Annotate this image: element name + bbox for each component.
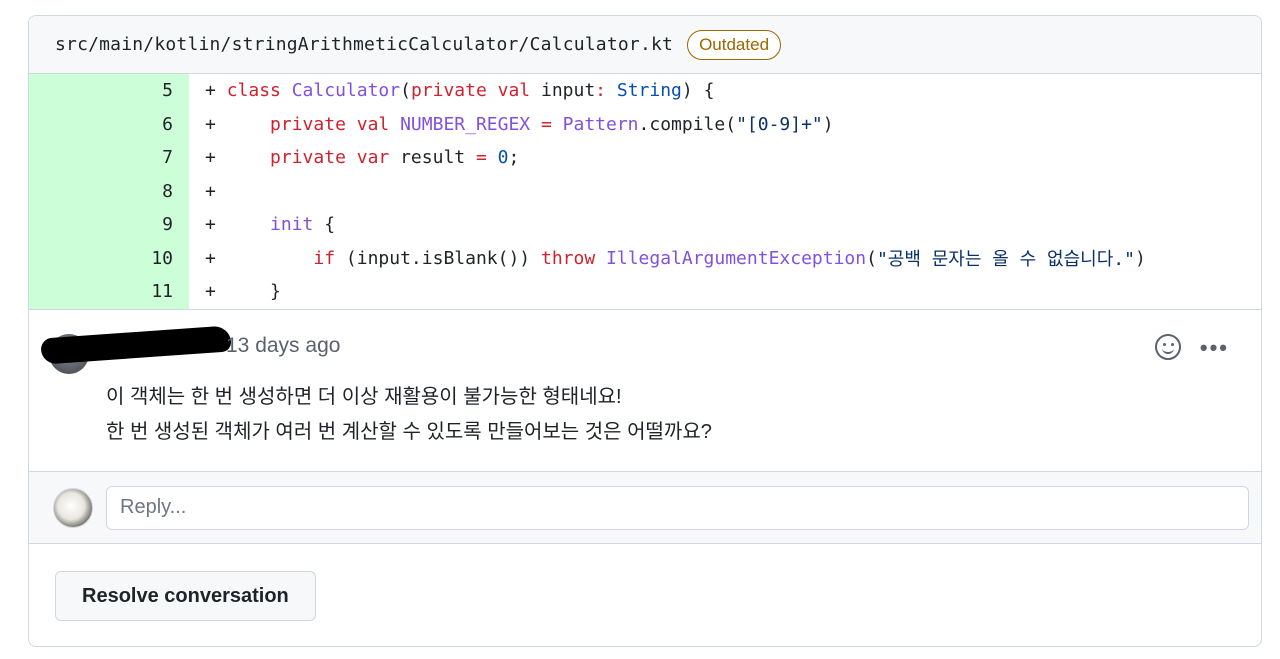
reply-input[interactable] [106, 485, 1249, 530]
add-reaction-smiley-icon[interactable] [1155, 333, 1181, 360]
diff-added-sign: + [205, 80, 216, 102]
code-token: NUMBER_REGEX [400, 113, 531, 135]
code-line: + if (input.isBlank()) throw IllegalArgu… [189, 242, 1261, 276]
code-token: : [595, 80, 617, 102]
code-line: + } [189, 275, 1261, 309]
code-token: ) [822, 113, 834, 135]
code-token: result [400, 147, 476, 169]
review-thread-card: src/main/kotlin/stringArithmeticCalculat… [28, 15, 1262, 647]
reply-bar [29, 471, 1261, 544]
line-number[interactable]: 7 [29, 141, 189, 175]
code-token: String [616, 80, 682, 102]
more-options-kebab-icon[interactable]: ••• [1200, 335, 1229, 361]
diff-added-sign: + [205, 281, 216, 303]
redacted-author-name [40, 324, 232, 365]
code-token: .compile( [638, 113, 737, 135]
diff-added-sign: + [205, 180, 216, 202]
code-token: (input.isBlank()) [335, 247, 541, 269]
code-token: Pattern [562, 113, 639, 135]
code-token: = [475, 147, 498, 169]
diff-line: 9 + init { [29, 208, 1261, 242]
code-token: ( [400, 80, 411, 102]
code-token: ) { [681, 80, 715, 102]
code-line: + init { [189, 208, 1261, 242]
code-token: ) [1134, 247, 1146, 269]
comment-body-line-2: 한 번 생성된 객체가 여러 번 계산할 수 있도록 만들어보는 것은 어떨까요… [106, 420, 712, 443]
resolve-conversation-button[interactable]: Resolve conversation [55, 571, 316, 621]
code-token: ; [508, 147, 520, 169]
review-comment: 13 days ago ••• 이 객체는 한 번 생성하면 더 이상 재활용이… [29, 310, 1261, 472]
code-token: private val [270, 113, 401, 135]
current-user-avatar [53, 487, 93, 528]
code-line: + [189, 175, 1261, 209]
code-token: 0 [497, 147, 509, 169]
diff-added-sign: + [205, 147, 216, 169]
comment-body: 이 객체는 한 번 생성하면 더 이상 재활용이 불가능한 형태네요! 한 번 … [106, 380, 712, 450]
comment-timestamp[interactable]: 13 days ago [226, 334, 340, 358]
diff-line: 7 + private var result = 0; [29, 141, 1261, 175]
code-token: "[0-9]+" [736, 113, 823, 135]
code-token: class [226, 80, 292, 102]
diff-line: 11 + } [29, 275, 1261, 309]
code-token: "공백 문자는 올 수 없습니다." [876, 249, 1135, 271]
code-token: if [313, 247, 336, 269]
code-token: input [540, 80, 596, 102]
code-token: init [270, 214, 314, 236]
code-token: throw [540, 247, 607, 269]
diff-added-sign: + [205, 214, 216, 236]
comment-body-line-1: 이 객체는 한 번 생성하면 더 이상 재활용이 불가능한 형태네요! [106, 385, 622, 408]
code-token: = [530, 113, 563, 135]
diff-added-sign: + [205, 113, 216, 135]
file-path-link[interactable]: src/main/kotlin/stringArithmeticCalculat… [55, 34, 673, 55]
code-token: Calculator [291, 80, 401, 102]
diff-hunk: 5 + class Calculator(private val input: S… [29, 74, 1261, 310]
line-number[interactable]: 11 [29, 275, 189, 309]
line-number[interactable]: 8 [29, 174, 189, 208]
file-header: src/main/kotlin/stringArithmeticCalculat… [29, 16, 1261, 74]
line-number[interactable]: 6 [29, 107, 189, 141]
code-token: ( [866, 247, 877, 269]
line-number[interactable]: 9 [29, 208, 189, 242]
code-line: + private val NUMBER_REGEX = Pattern .com… [189, 108, 1261, 142]
diff-line: 6 + private val NUMBER_REGEX = Pattern .co… [29, 107, 1261, 142]
diff-line: 10 + if (input.isBlank()) throw IllegalAr… [29, 241, 1261, 276]
code-token: { [313, 214, 336, 236]
line-number[interactable]: 10 [29, 241, 189, 275]
diff-added-sign: + [205, 247, 216, 269]
code-token: private val [410, 80, 541, 102]
code-line: + private var result = 0; [189, 141, 1261, 175]
code-line: + class Calculator(private val input: St… [189, 74, 1261, 108]
code-token: private var [270, 147, 401, 169]
diff-line: 8 + [29, 174, 1261, 209]
line-number[interactable]: 5 [29, 74, 189, 108]
code-token: IllegalArgumentException [606, 247, 867, 269]
diff-line: 5 + class Calculator(private val input: S… [29, 74, 1261, 108]
code-token: } [226, 281, 281, 303]
outdated-badge: Outdated [687, 29, 782, 60]
